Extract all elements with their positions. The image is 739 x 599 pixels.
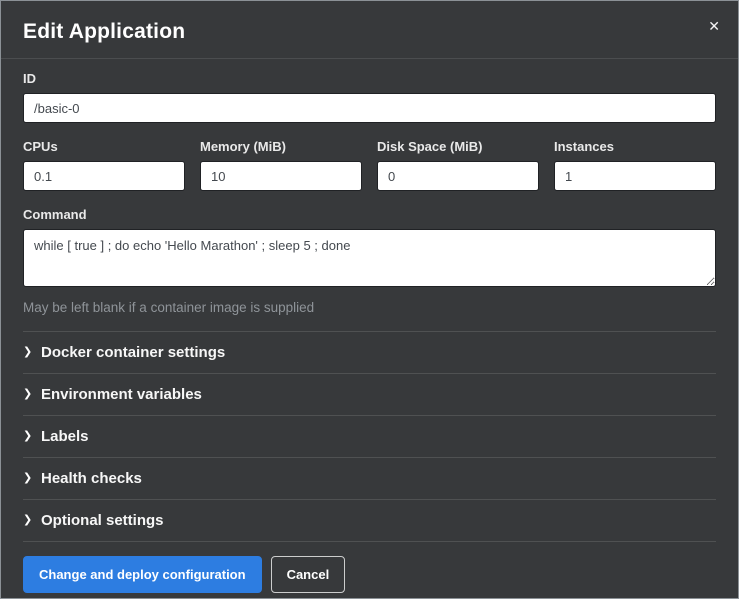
section-label: Docker container settings bbox=[41, 343, 225, 362]
cancel-button[interactable]: Cancel bbox=[271, 556, 346, 593]
cpus-field-group: CPUs bbox=[23, 139, 185, 191]
instances-input[interactable] bbox=[554, 161, 716, 191]
section-labels[interactable]: ❯ Labels bbox=[23, 415, 716, 457]
section-health-checks[interactable]: ❯ Health checks bbox=[23, 457, 716, 499]
disk-label: Disk Space (MiB) bbox=[377, 139, 539, 155]
id-label: ID bbox=[23, 71, 716, 87]
section-label: Environment variables bbox=[41, 385, 202, 404]
page-title: Edit Application bbox=[23, 18, 716, 45]
id-input[interactable] bbox=[23, 93, 716, 123]
command-help-text: May be left blank if a container image i… bbox=[23, 298, 716, 317]
cpus-label: CPUs bbox=[23, 139, 185, 155]
memory-field-group: Memory (MiB) bbox=[200, 139, 362, 191]
instances-label: Instances bbox=[554, 139, 716, 155]
resources-row: CPUs Memory (MiB) Disk Space (MiB) Insta… bbox=[23, 139, 716, 191]
command-textarea[interactable]: while [ true ] ; do echo 'Hello Marathon… bbox=[23, 229, 716, 287]
cpus-input[interactable] bbox=[23, 161, 185, 191]
command-field-group: Command while [ true ] ; do echo 'Hello … bbox=[23, 207, 716, 317]
close-button[interactable]: ✕ bbox=[704, 15, 724, 37]
command-label: Command bbox=[23, 207, 716, 223]
disk-field-group: Disk Space (MiB) bbox=[377, 139, 539, 191]
memory-label: Memory (MiB) bbox=[200, 139, 362, 155]
section-label: Optional settings bbox=[41, 511, 164, 530]
chevron-right-icon: ❯ bbox=[23, 385, 41, 404]
change-and-deploy-button[interactable]: Change and deploy configuration bbox=[23, 556, 262, 593]
section-environment-variables[interactable]: ❯ Environment variables bbox=[23, 373, 716, 415]
chevron-right-icon: ❯ bbox=[23, 427, 41, 446]
edit-application-modal: Edit Application ✕ ID CPUs Memory (MiB) … bbox=[0, 0, 739, 599]
collapsible-sections: ❯ Docker container settings ❯ Environmen… bbox=[23, 331, 716, 542]
section-label: Health checks bbox=[41, 469, 142, 488]
modal-body: ID CPUs Memory (MiB) Disk Space (MiB) In… bbox=[1, 59, 738, 542]
instances-field-group: Instances bbox=[554, 139, 716, 191]
disk-input[interactable] bbox=[377, 161, 539, 191]
section-label: Labels bbox=[41, 427, 89, 446]
id-field-group: ID bbox=[23, 71, 716, 123]
memory-input[interactable] bbox=[200, 161, 362, 191]
section-optional-settings[interactable]: ❯ Optional settings bbox=[23, 499, 716, 541]
modal-footer: Change and deploy configuration Cancel bbox=[1, 542, 738, 599]
chevron-right-icon: ❯ bbox=[23, 469, 41, 488]
close-icon: ✕ bbox=[708, 18, 720, 34]
chevron-right-icon: ❯ bbox=[23, 511, 41, 530]
modal-header: Edit Application ✕ bbox=[1, 1, 738, 59]
chevron-right-icon: ❯ bbox=[23, 343, 41, 362]
section-docker-container-settings[interactable]: ❯ Docker container settings bbox=[23, 331, 716, 373]
